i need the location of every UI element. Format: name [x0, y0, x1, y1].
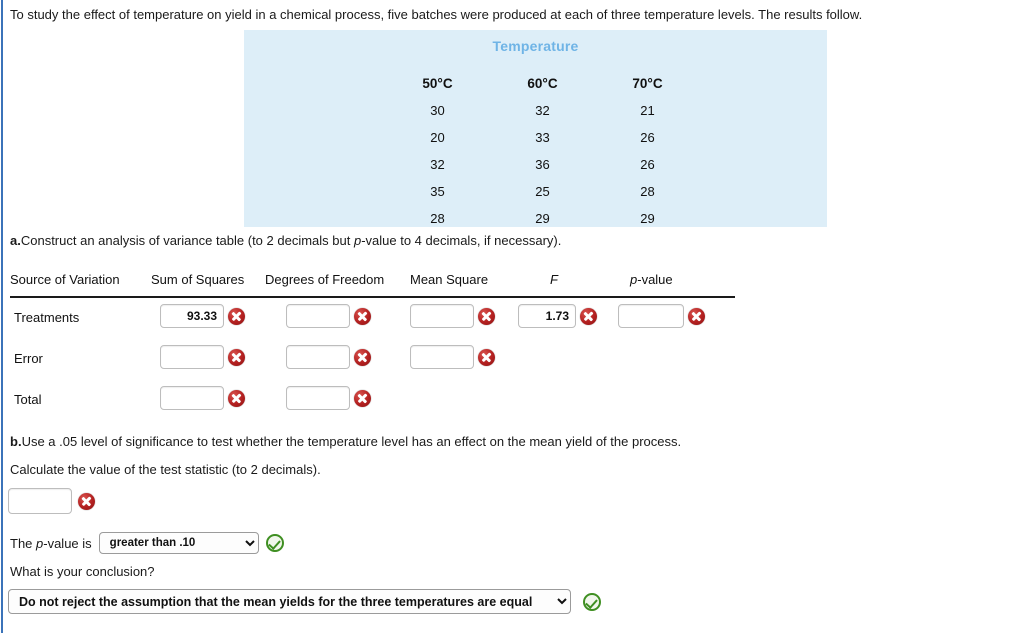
anova-header-source: Source of Variation: [10, 272, 120, 287]
part-a-text-2: -value to 4 decimals, if necessary).: [361, 233, 562, 248]
anova-header-mean-square: Mean Square: [410, 272, 489, 287]
treatments-f-cell: [518, 304, 597, 328]
treatments-mean-square-input[interactable]: [410, 304, 474, 328]
data-cell: 29: [535, 211, 550, 226]
intro-text: To study the effect of temperature on yi…: [10, 7, 863, 22]
data-cell: 29: [640, 211, 655, 226]
data-col-header-50c: 50°C: [422, 76, 453, 91]
incorrect-icon: [354, 307, 371, 325]
part-b-prompt: b.Use a .05 level of significance to tes…: [10, 433, 681, 450]
part-b-label: b.: [10, 434, 22, 449]
error-df-cell: [286, 345, 371, 369]
data-row: 20 33 26: [385, 124, 705, 151]
p-value-row: The p-value is greater than .10: [10, 532, 284, 554]
anova-header-p-rest: -value: [637, 272, 673, 287]
treatments-ss-cell: [160, 304, 245, 328]
incorrect-icon: [354, 389, 371, 407]
conclusion-row: Do not reject the assumption that the me…: [8, 589, 601, 614]
incorrect-icon: [478, 348, 495, 366]
incorrect-icon: [228, 389, 245, 407]
data-table-header-row: 50°C 60°C 70°C: [385, 70, 705, 97]
data-cell: 26: [640, 130, 655, 145]
anova-row-label-total: Total: [14, 392, 42, 407]
total-degrees-of-freedom-input[interactable]: [286, 386, 350, 410]
anova-header-row: Source of Variation Sum of Squares Degre…: [10, 270, 735, 298]
correct-icon: [583, 592, 601, 611]
error-degrees-of-freedom-input[interactable]: [286, 345, 350, 369]
incorrect-icon: [228, 348, 245, 366]
data-cell: 28: [430, 211, 445, 226]
data-cell: 28: [640, 184, 655, 199]
anova-row-label-error: Error: [14, 351, 43, 366]
anova-row-label-treatments: Treatments: [14, 310, 80, 325]
conclusion-question: What is your conclusion?: [10, 564, 155, 579]
data-cell: 36: [535, 157, 550, 172]
data-cell: 21: [640, 103, 655, 118]
anova-header-f: F: [550, 272, 558, 287]
p-value-label-prefix: The: [10, 535, 37, 551]
treatments-sum-of-squares-input[interactable]: [160, 304, 224, 328]
data-row: 35 25 28: [385, 178, 705, 205]
test-statistic-row: [8, 488, 95, 514]
total-sum-of-squares-input[interactable]: [160, 386, 224, 410]
anova-header-sum-of-squares: Sum of Squares: [151, 272, 245, 287]
data-cell: 30: [430, 103, 445, 118]
data-cell: 33: [535, 130, 550, 145]
data-table-title: Temperature: [492, 38, 579, 54]
data-table-grid: 50°C 60°C 70°C 30 32 21 20 33 26 32 36 2…: [385, 70, 705, 232]
conclusion-select[interactable]: Do not reject the assumption that the me…: [8, 589, 571, 614]
incorrect-icon: [688, 307, 705, 325]
data-cell: 20: [430, 130, 445, 145]
correct-icon: [265, 534, 284, 552]
anova-header-degrees-of-freedom: Degrees of Freedom: [265, 272, 385, 287]
incorrect-icon: [478, 307, 495, 325]
anova-header-p-value: p-value: [630, 272, 673, 287]
anova-table: Source of Variation Sum of Squares Degre…: [10, 270, 735, 421]
part-a-prompt: a.Construct an analysis of variance tabl…: [10, 232, 561, 249]
data-cell: 32: [430, 157, 445, 172]
error-ss-cell: [160, 345, 245, 369]
anova-row-treatments: Treatments: [10, 298, 735, 339]
data-cell: 26: [640, 157, 655, 172]
anova-row-total: Total: [10, 380, 735, 421]
part-a-label: a.: [10, 233, 21, 248]
p-value-label-suffix: -value is: [43, 535, 92, 551]
part-a-text-1: Construct an analysis of variance table …: [20, 233, 354, 248]
error-ms-cell: [410, 345, 495, 369]
data-row: 30 32 21: [385, 97, 705, 124]
treatments-degrees-of-freedom-input[interactable]: [286, 304, 350, 328]
worksheet-page: To study the effect of temperature on yi…: [0, 0, 1024, 633]
error-mean-square-input[interactable]: [410, 345, 474, 369]
incorrect-icon: [78, 492, 95, 510]
treatments-df-cell: [286, 304, 371, 328]
temperature-data-table: Temperature 50°C 60°C 70°C 30 32 21 20 3…: [244, 30, 827, 227]
p-value-label: The p-value is: [10, 536, 92, 551]
data-row: 32 36 26: [385, 151, 705, 178]
data-col-header-60c: 60°C: [527, 76, 558, 91]
error-sum-of-squares-input[interactable]: [160, 345, 224, 369]
total-df-cell: [286, 386, 371, 410]
incorrect-icon: [228, 307, 245, 325]
anova-row-error: Error: [10, 339, 735, 380]
data-cell: 25: [535, 184, 550, 199]
treatments-f-input[interactable]: [518, 304, 576, 328]
p-value-select[interactable]: greater than .10: [98, 532, 259, 554]
data-col-header-70c: 70°C: [632, 76, 663, 91]
calculate-statistic-text: Calculate the value of the test statisti…: [10, 462, 321, 477]
data-cell: 35: [430, 184, 445, 199]
data-row: 28 29 29: [385, 205, 705, 232]
total-ss-cell: [160, 386, 245, 410]
test-statistic-input[interactable]: [8, 488, 72, 514]
part-b-text: Use a .05 level of significance to test …: [21, 434, 682, 449]
incorrect-icon: [580, 307, 597, 325]
treatments-ms-cell: [410, 304, 495, 328]
treatments-pvalue-cell: [618, 304, 705, 328]
treatments-p-value-input[interactable]: [618, 304, 684, 328]
incorrect-icon: [354, 348, 371, 366]
data-cell: 32: [535, 103, 550, 118]
